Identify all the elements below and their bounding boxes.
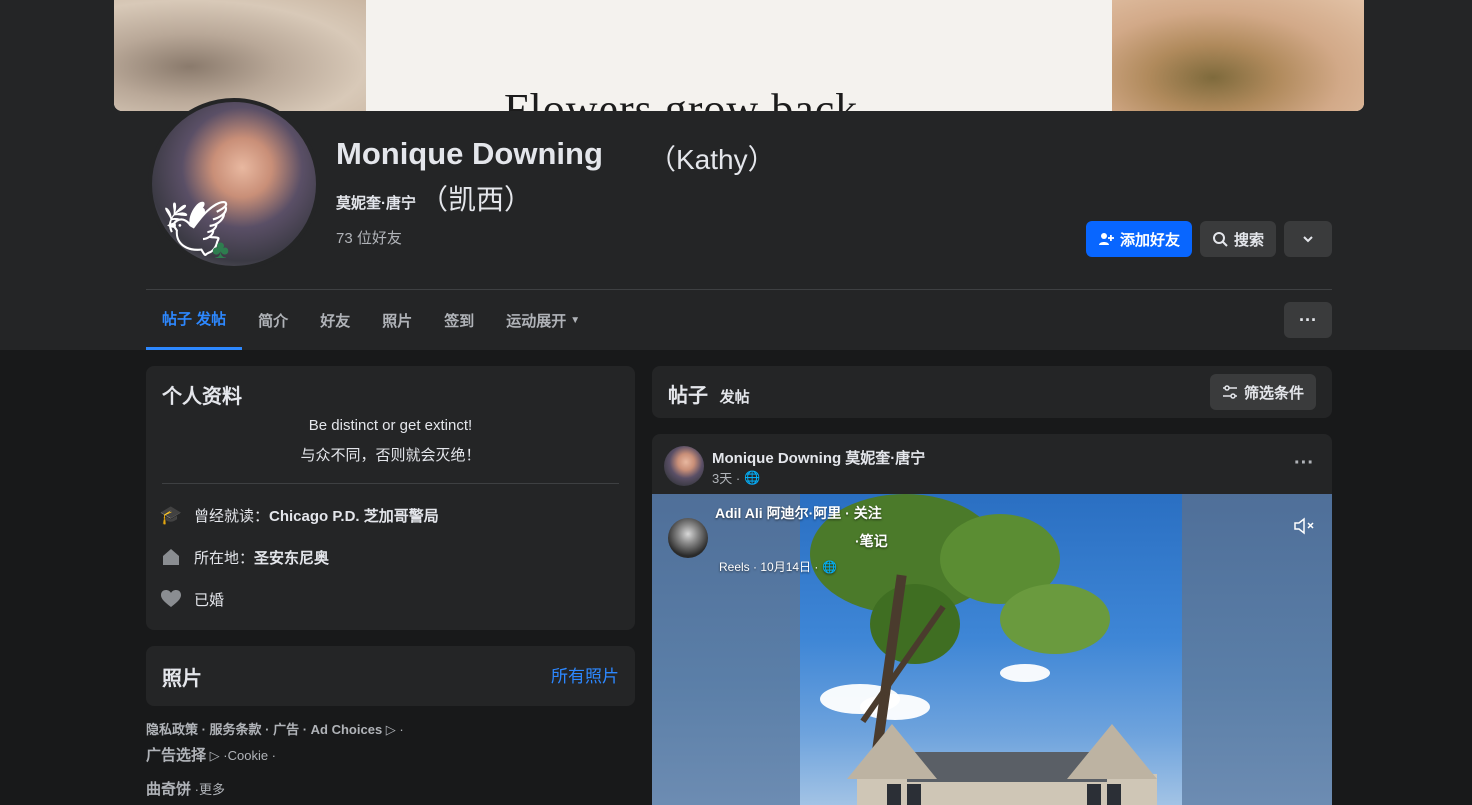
reel-video[interactable]: Adil Ali 阿迪尔·阿里 · 关注 ·笔记 Reels · 10月14日 … bbox=[652, 494, 1332, 805]
profile-options-dropdown[interactable] bbox=[1284, 221, 1332, 257]
cover-photo[interactable]: Flowers grow back bbox=[114, 0, 1364, 111]
house-window bbox=[1087, 784, 1101, 805]
cloud-shape bbox=[1000, 664, 1050, 682]
cover-photo-text: Flowers grow back bbox=[504, 85, 859, 111]
education-link[interactable]: Chicago P.D. 芝加哥警局 bbox=[269, 508, 439, 525]
footer-more: ·更多 bbox=[191, 782, 225, 797]
ad-choices-icon: ▷ · bbox=[385, 722, 404, 737]
tab-label: 帖子 发帖 bbox=[162, 311, 227, 328]
intro-relationship: 已婚 bbox=[160, 588, 224, 610]
search-label: 搜索 bbox=[1233, 231, 1264, 249]
reel-meta: Reels · 10月14日 · 🌐 bbox=[719, 558, 837, 575]
reel-author-avatar[interactable] bbox=[668, 518, 708, 558]
add-friend-button[interactable]: 添加好友 bbox=[1086, 221, 1192, 257]
post-author-avatar[interactable] bbox=[664, 446, 704, 486]
education-prefix: 曾经就读： bbox=[194, 507, 270, 525]
post-options-button[interactable]: ··· bbox=[1294, 452, 1314, 475]
add-person-icon bbox=[1098, 233, 1114, 245]
footer-ad-choices: 广告选择 bbox=[146, 747, 207, 764]
all-photos-link[interactable]: 所有照片 bbox=[551, 662, 619, 687]
more-dots-icon: ··· bbox=[1299, 309, 1317, 330]
profile-name: Monique Downing bbox=[336, 136, 603, 171]
tabs-more-options-button[interactable]: ··· bbox=[1284, 302, 1332, 338]
post-author-name[interactable]: Monique Downing 莫妮奎·唐宁 bbox=[712, 447, 925, 468]
filter-button[interactable]: 筛选条件 bbox=[1210, 374, 1316, 410]
graduation-cap-icon: 🎓 bbox=[159, 504, 183, 525]
location-link[interactable]: 圣安东尼奥 bbox=[254, 550, 329, 567]
heart-icon bbox=[160, 588, 182, 610]
filter-sliders-icon bbox=[1222, 385, 1237, 399]
posts-title: 帖子 发帖 bbox=[668, 379, 750, 408]
profile-nickname: （Kathy） bbox=[648, 144, 776, 175]
footer-links-line3[interactable]: 曲奇饼 ·更多 bbox=[146, 778, 225, 799]
tab-label: 照片 bbox=[382, 312, 413, 330]
globe-icon: 🌐 bbox=[744, 469, 761, 485]
tab-checkins[interactable]: 签到 bbox=[428, 290, 490, 350]
tab-friends[interactable]: 好友 bbox=[304, 290, 366, 350]
reel-author-name[interactable]: Adil Ali 阿迪尔·阿里 · 关注 bbox=[715, 503, 882, 523]
intro-education: 🎓 曾经就读：Chicago P.D. 芝加哥警局 bbox=[160, 504, 439, 526]
bio-text-en: Be distinct or get extinct! bbox=[308, 417, 473, 434]
ad-choices-icon: ▷ bbox=[209, 748, 220, 763]
bio-text-zh: 与众不同，否则就会灭绝！ bbox=[300, 447, 481, 464]
intro-divider bbox=[162, 483, 619, 484]
chevron-down-icon bbox=[1303, 236, 1313, 243]
post-timestamp[interactable]: 3天 · bbox=[712, 468, 740, 487]
profile-alt-name: 莫妮奎·唐宁 bbox=[336, 195, 416, 212]
add-friend-label: 添加好友 bbox=[1119, 231, 1180, 249]
cover-photo-left-image bbox=[114, 0, 366, 111]
relationship-status: 已婚 bbox=[194, 591, 225, 609]
speaker-muted-icon bbox=[1294, 517, 1314, 535]
globe-icon: 🌐 bbox=[822, 559, 838, 574]
intro-location: 所在地：圣安东尼奥 bbox=[160, 546, 329, 568]
profile-tabs: 帖子 发帖 简介 好友 照片 签到 运动展开 ▼ bbox=[146, 290, 596, 350]
footer-cookies: 曲奇饼 bbox=[146, 781, 192, 798]
intro-title: 个人资料 bbox=[162, 386, 242, 408]
tab-label: 签到 bbox=[444, 312, 475, 330]
search-icon bbox=[1212, 232, 1228, 247]
post-card: Monique Downing 莫妮奎·唐宁 3天 · 🌐 ··· Adil A… bbox=[652, 434, 1332, 805]
cover-photo-right-image bbox=[1112, 0, 1364, 111]
tab-about[interactable]: 简介 bbox=[242, 290, 304, 350]
intro-card: 个人资料 Be distinct or get extinct! 与众不同，否则… bbox=[146, 366, 635, 630]
more-dots-icon: ··· bbox=[1294, 452, 1314, 474]
posts-subtitle: 发帖 bbox=[719, 389, 750, 406]
friends-count-link[interactable]: 73 位好友 bbox=[336, 227, 402, 248]
tab-posts[interactable]: 帖子 发帖 bbox=[146, 290, 243, 350]
tab-label: 简介 bbox=[258, 312, 289, 330]
caret-down-icon: ▼ bbox=[570, 314, 581, 326]
footer-text: 隐私政策 · 服务条款 · 广告 · Ad Choices bbox=[146, 722, 383, 737]
tab-label: 运动展开 bbox=[506, 312, 567, 330]
tab-label: 好友 bbox=[320, 312, 351, 330]
reel-note: ·笔记 bbox=[855, 533, 888, 549]
photos-title: 照片 bbox=[162, 668, 202, 690]
house-window bbox=[907, 784, 921, 805]
filter-label: 筛选条件 bbox=[1243, 384, 1304, 402]
post-meta: 3天 · 🌐 bbox=[712, 468, 760, 487]
reel-meta-text[interactable]: Reels · 10月14日 · bbox=[719, 558, 818, 575]
house-gable bbox=[847, 724, 937, 779]
tab-more[interactable]: 运动展开 ▼ bbox=[490, 290, 596, 350]
pine-tree-icon: ♣ bbox=[212, 234, 230, 264]
tab-photos[interactable]: 照片 bbox=[366, 290, 428, 350]
posts-title-text: 帖子 bbox=[668, 385, 708, 407]
reel-blur-right bbox=[1182, 494, 1332, 805]
location-prefix: 所在地： bbox=[194, 549, 255, 567]
home-icon bbox=[160, 546, 182, 568]
search-button[interactable]: 搜索 bbox=[1200, 221, 1276, 257]
posts-header-card: 帖子 发帖 筛选条件 bbox=[652, 366, 1332, 418]
profile-alt-nickname: （凯西） bbox=[420, 184, 533, 215]
house-gable bbox=[1067, 724, 1157, 779]
house-image bbox=[827, 724, 1167, 805]
profile-avatar[interactable]: 🕊 ♣ bbox=[148, 98, 320, 270]
house-window bbox=[887, 784, 901, 805]
footer-links-line1[interactable]: 隐私政策 · 服务条款 · 广告 · Ad Choices ▷ · bbox=[146, 719, 404, 738]
mute-button[interactable] bbox=[1292, 514, 1316, 538]
footer-cookie: ·Cookie · bbox=[223, 748, 277, 763]
house-window bbox=[1107, 784, 1121, 805]
tree-foliage bbox=[1000, 584, 1110, 654]
footer-links-line2[interactable]: 广告选择 ▷ ·Cookie · bbox=[146, 744, 276, 765]
photos-card: 照片 所有照片 bbox=[146, 646, 635, 706]
